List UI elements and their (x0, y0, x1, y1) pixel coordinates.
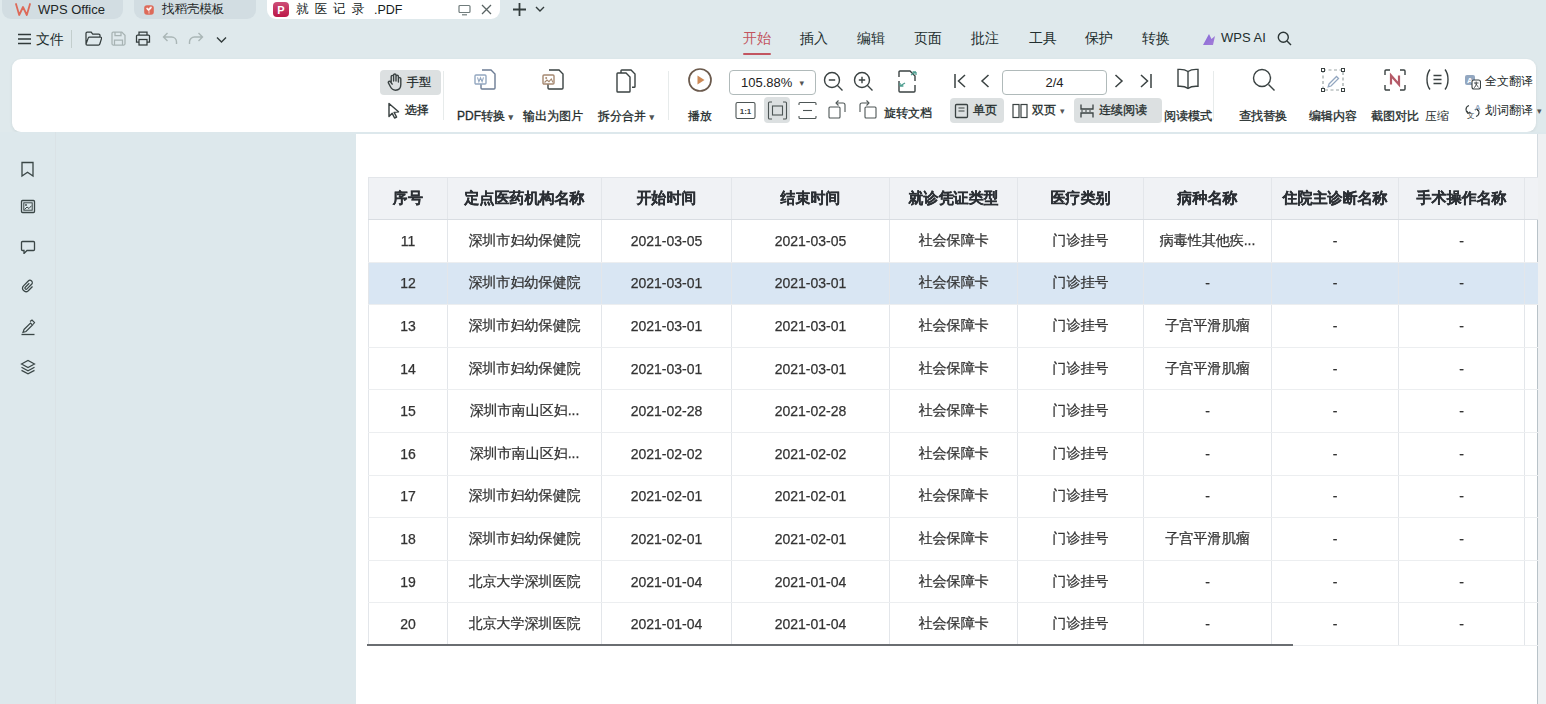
svg-text:1:1: 1:1 (740, 107, 752, 116)
svg-text:文: 文 (1467, 110, 1475, 119)
svg-text:A: A (1475, 103, 1481, 112)
